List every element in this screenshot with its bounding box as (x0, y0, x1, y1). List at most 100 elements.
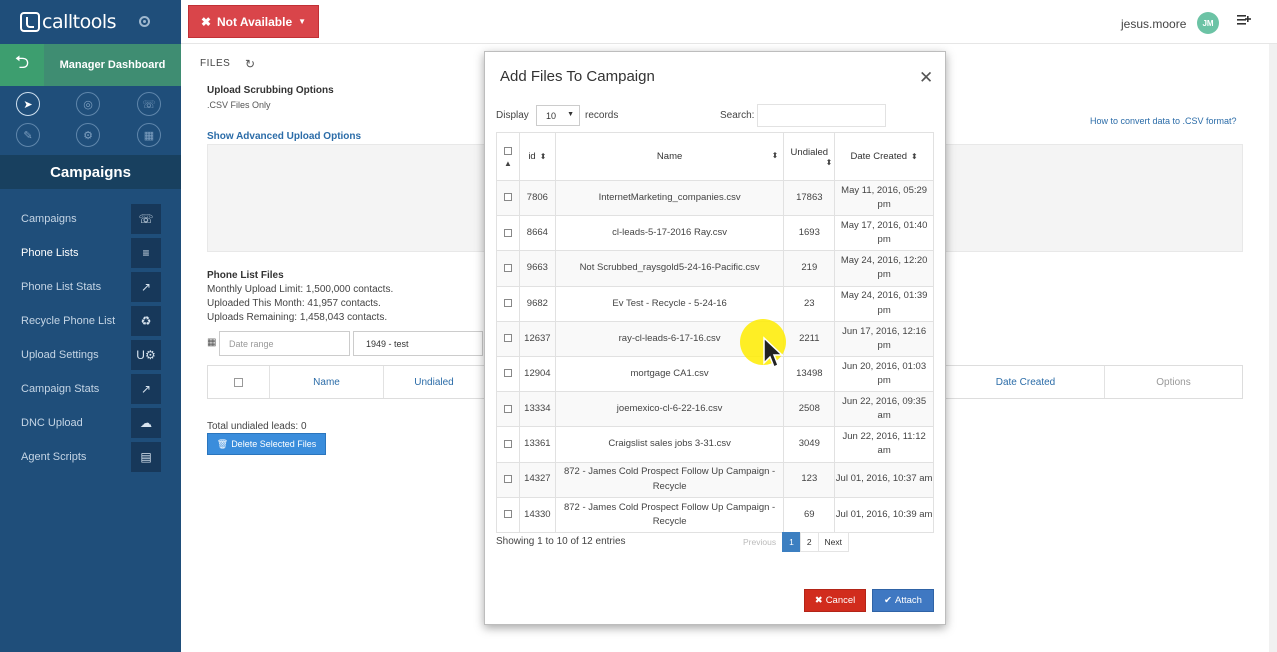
username[interactable]: jesus.moore (1121, 17, 1186, 31)
pagination-page-1[interactable]: 1 (782, 532, 801, 552)
page-scrollbar[interactable] (1269, 44, 1277, 652)
manager-dashboard-link[interactable]: Manager Dashboard (44, 44, 181, 86)
phone-circle-icon[interactable]: ☏ (137, 92, 161, 116)
phone-icon: ☏ (131, 204, 161, 234)
sidebar-item-recycle-phone-list[interactable]: Recycle Phone List ♻ (0, 304, 181, 338)
close-icon[interactable]: ✕ (919, 69, 933, 86)
header-name[interactable]: Name ⬍ (554, 132, 785, 181)
monthly-limit-text: Monthly Upload Limit: 1,500,000 contacts… (207, 284, 394, 295)
back-button[interactable]: ⮌ (0, 44, 44, 86)
table-row[interactable]: 14327 872 - James Cold Prospect Follow U… (496, 461, 934, 498)
pagination-previous[interactable]: Previous (736, 532, 783, 552)
row-checkbox-cell[interactable] (496, 426, 520, 463)
delete-selected-button[interactable]: 🗑 Delete Selected Files (207, 433, 326, 455)
agent-status-button[interactable]: ✖ Not Available ▼ (188, 5, 319, 38)
select-all-header[interactable]: ▲ (496, 132, 520, 181)
edit-icon[interactable]: ✎ (16, 123, 40, 147)
search-input[interactable] (757, 104, 886, 127)
cell-date: Jul 01, 2016, 10:39 am (834, 496, 934, 533)
row-checkbox-cell[interactable] (496, 391, 520, 428)
sidebar-item-dnc-upload[interactable]: DNC Upload ☁ (0, 406, 181, 440)
row-checkbox[interactable] (503, 369, 512, 378)
attach-button[interactable]: ✔ Attach (872, 589, 934, 612)
date-range-input[interactable]: Date range (219, 331, 350, 356)
select-all-checkbox[interactable] (503, 146, 512, 155)
row-checkbox-cell[interactable] (496, 355, 520, 393)
caret-down-icon: ▼ (567, 111, 574, 118)
sidebar-item-campaigns[interactable]: Campaigns ☏ (0, 202, 181, 236)
table-row[interactable]: 9682 Ev Test - Recycle - 5-24-16 23 May … (496, 285, 934, 322)
header-undialed[interactable]: Undialed ⬍ (783, 132, 836, 181)
module-icon-grid: ➤ ◎ ☏ ✎ ⚙ ▦ (0, 86, 181, 154)
paper-plane-icon[interactable]: ➤ (16, 92, 40, 116)
refresh-icon[interactable]: ↻ (245, 57, 255, 71)
scrub-options-subtitle: .CSV Files Only (207, 100, 271, 110)
cell-undialed: 219 (783, 250, 836, 287)
row-checkbox-cell[interactable] (496, 250, 520, 287)
select-all-checkbox[interactable] (234, 377, 243, 387)
cell-name: 872 - James Cold Prospect Follow Up Camp… (554, 461, 785, 498)
sidebar-item-upload-settings[interactable]: Upload Settings U⚙ (0, 338, 181, 372)
team-icon[interactable]: ◎ (76, 92, 100, 116)
table-row[interactable]: 12637 ray-cl-leads-6-17-16.csv 2211 Jun … (496, 320, 934, 357)
col-undialed[interactable]: Undialed (384, 366, 484, 398)
col-options: Options (1156, 376, 1191, 388)
table-row[interactable]: 13334 joemexico-cl-6-22-16.csv 2508 Jun … (496, 391, 934, 428)
table-row[interactable]: 9663 Not Scrubbed_raysgold5-24-16-Pacifi… (496, 250, 934, 287)
settings-dot-icon[interactable] (139, 16, 150, 27)
avatar[interactable]: JM (1197, 12, 1219, 34)
col-date-created[interactable]: Date Created (947, 366, 1105, 398)
row-checkbox[interactable] (503, 439, 512, 448)
cell-undialed: 2508 (783, 391, 836, 428)
row-checkbox[interactable] (503, 228, 512, 237)
sidebar-item-phone-list-stats[interactable]: Phone List Stats ↗ (0, 270, 181, 304)
row-checkbox[interactable] (503, 299, 512, 308)
row-checkbox-cell[interactable] (496, 496, 520, 533)
row-checkbox-cell[interactable] (496, 320, 520, 357)
cell-id: 14330 (518, 496, 556, 533)
row-checkbox[interactable] (503, 474, 512, 483)
pagination-page-2[interactable]: 2 (799, 532, 819, 552)
row-checkbox-cell[interactable] (496, 285, 520, 322)
table-row[interactable]: 7806 InternetMarketing_companies.csv 178… (496, 179, 934, 217)
add-user-menu-icon[interactable] (1237, 13, 1253, 29)
header-date-created[interactable]: Date Created ⬍ (834, 132, 934, 181)
row-checkbox-cell[interactable] (496, 461, 520, 498)
row-checkbox[interactable] (503, 404, 512, 413)
sidebar-item-label: Recycle Phone List (21, 315, 116, 327)
row-checkbox[interactable] (503, 193, 512, 202)
pagination-next[interactable]: Next (817, 532, 850, 552)
gear-icon[interactable]: ⚙ (76, 123, 100, 147)
row-checkbox[interactable] (503, 263, 512, 272)
calculator-icon[interactable]: ▦ (137, 123, 161, 147)
sidebar-item-campaign-stats[interactable]: Campaign Stats ↗ (0, 372, 181, 406)
select-all-cell[interactable] (208, 366, 270, 398)
logo[interactable]: calltools (0, 0, 181, 44)
cell-id: 13361 (518, 426, 556, 463)
row-checkbox-cell[interactable] (496, 179, 520, 217)
cell-date: May 11, 2016, 05:29 pm (834, 179, 934, 217)
table-row[interactable]: 14330 872 - James Cold Prospect Follow U… (496, 496, 934, 533)
sidebar-item-label: Upload Settings (21, 349, 99, 361)
close-icon: ✖ (814, 595, 823, 606)
table-row[interactable]: 8664 cl-leads-5-17-2016 Ray.csv 1693 May… (496, 215, 934, 252)
cell-date: May 24, 2016, 01:39 pm (834, 285, 934, 322)
table-row[interactable]: 12904 mortgage CA1.csv 13498 Jun 20, 201… (496, 355, 934, 393)
csv-help-link[interactable]: How to convert data to .CSV format? (1090, 116, 1237, 126)
table-row[interactable]: 13361 Craigslist sales jobs 3-31.csv 304… (496, 426, 934, 463)
cancel-button[interactable]: ✖ Cancel (804, 589, 866, 612)
row-checkbox-cell[interactable] (496, 215, 520, 252)
campaign-select[interactable]: 1949 - test (353, 331, 483, 356)
showing-entries-text: Showing 1 to 10 of 12 entries (496, 536, 626, 547)
sidebar-item-agent-scripts[interactable]: Agent Scripts ▤ (0, 440, 181, 474)
col-name[interactable]: Name (270, 366, 384, 398)
header-id[interactable]: id ⬍ (518, 132, 556, 181)
cell-date: Jun 20, 2016, 01:03 pm (834, 355, 934, 393)
phone-list-files-title: Phone List Files (207, 270, 284, 281)
sidebar-item-label: Campaigns (21, 213, 77, 225)
sidebar-item-phone-lists[interactable]: Phone Lists ≡ (0, 236, 181, 270)
row-checkbox[interactable] (503, 510, 512, 519)
display-count-select[interactable]: 10 ▼ (536, 105, 580, 126)
advanced-upload-link[interactable]: Show Advanced Upload Options (207, 131, 361, 142)
row-checkbox[interactable] (503, 334, 512, 343)
